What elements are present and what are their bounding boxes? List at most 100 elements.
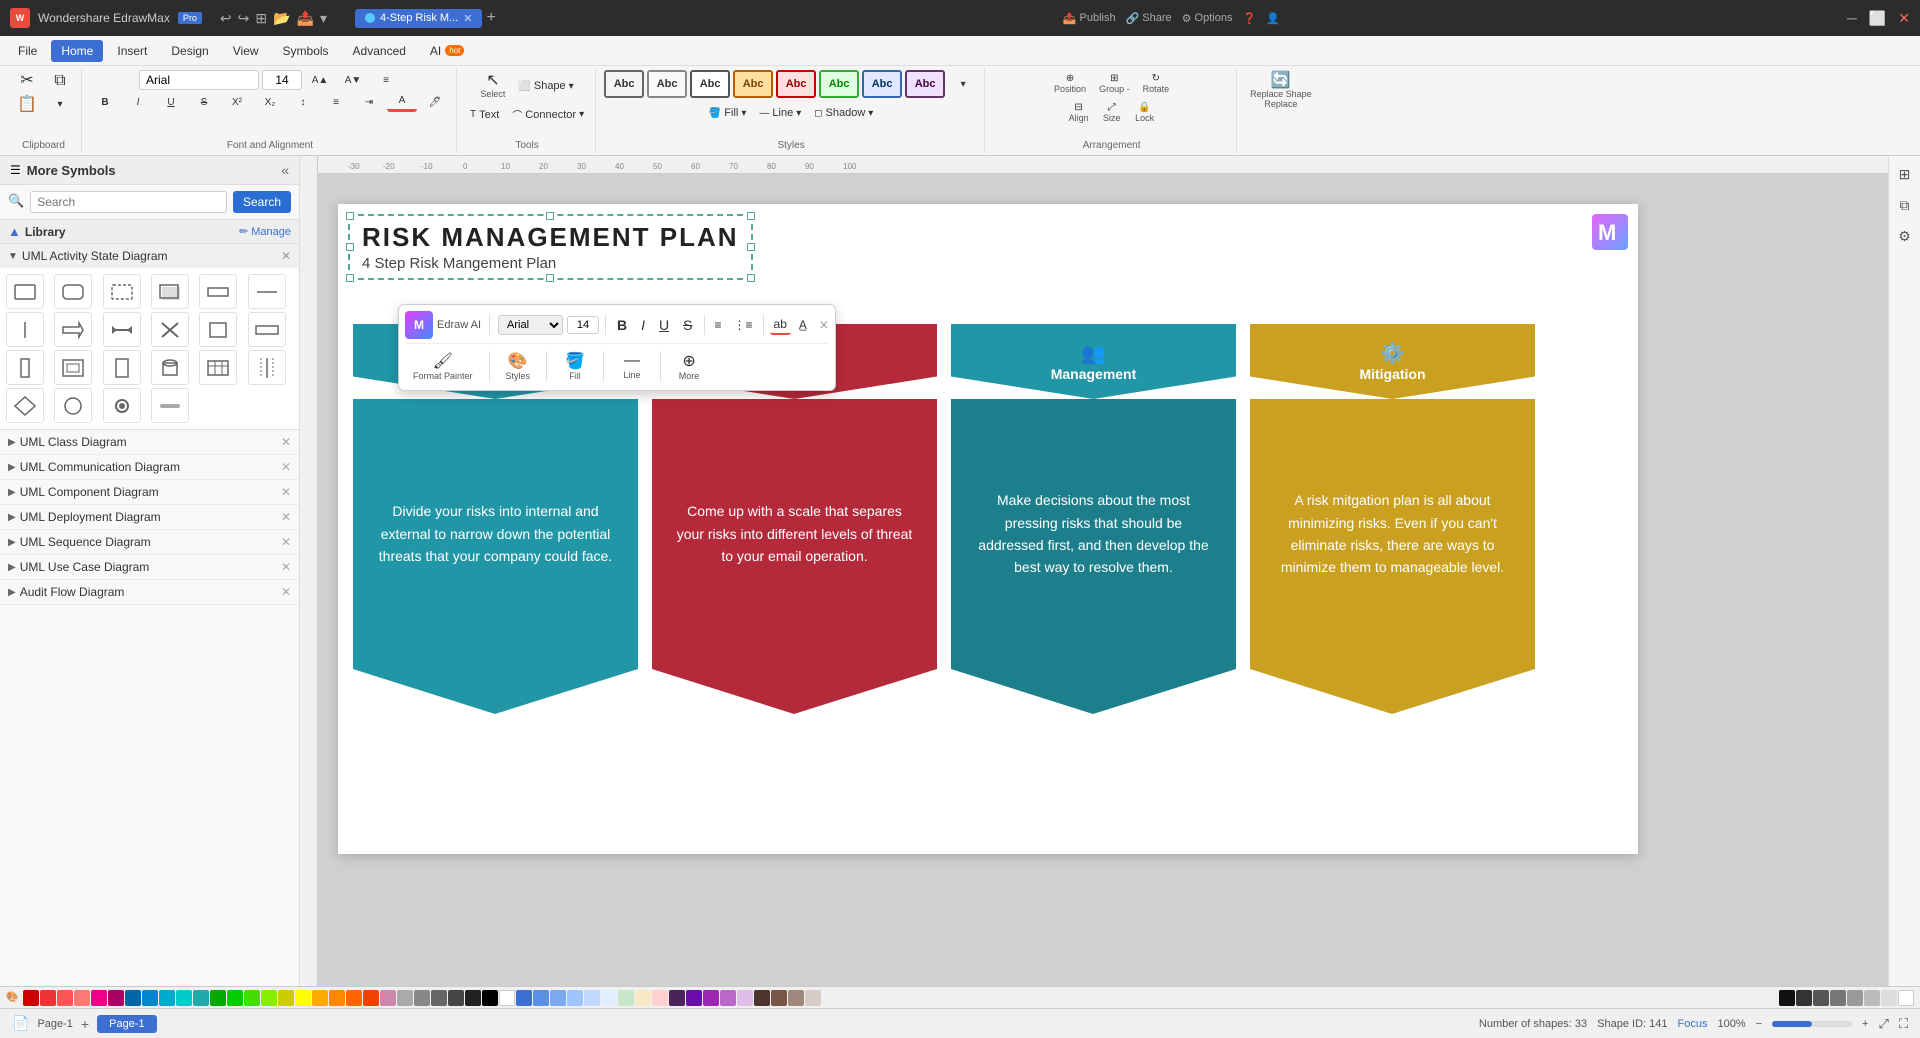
shape-x[interactable] <box>151 312 189 347</box>
shape-rect-dashed[interactable] <box>103 274 141 309</box>
color-deep-purple[interactable] <box>669 990 685 1006</box>
color-light-gray2[interactable] <box>1830 990 1846 1006</box>
color-pale-green[interactable] <box>618 990 634 1006</box>
color-brown-light[interactable] <box>788 990 804 1006</box>
close-button[interactable]: ✕ <box>1898 10 1910 27</box>
color-lime[interactable] <box>244 990 260 1006</box>
color-light-blue2[interactable] <box>533 990 549 1006</box>
float-fill-btn[interactable]: 🪣 Fill <box>555 348 595 384</box>
float-list1-btn[interactable]: ≡ <box>711 316 726 334</box>
float-bold-btn[interactable]: B <box>612 315 632 335</box>
float-strike-btn[interactable]: S <box>678 315 697 335</box>
font-color-button[interactable]: A <box>387 92 417 112</box>
style-2[interactable]: Abc <box>647 70 687 98</box>
shape-circle[interactable] <box>54 388 92 423</box>
color-blue[interactable] <box>142 990 158 1006</box>
style-8[interactable]: Abc <box>905 70 945 98</box>
color-gray-dark[interactable] <box>414 990 430 1006</box>
uml-usecase-close[interactable]: ✕ <box>281 560 291 574</box>
shape-button[interactable]: ⬜ Shape ▾ <box>513 77 578 95</box>
rp-layer-icon[interactable]: ⧉ <box>1896 193 1914 218</box>
color-pale-red[interactable] <box>652 990 668 1006</box>
superscript-button[interactable]: X² <box>222 94 252 111</box>
menu-home[interactable]: Home <box>51 40 103 62</box>
shape-cylinder[interactable] <box>151 350 189 385</box>
color-medium-gray[interactable] <box>1813 990 1829 1006</box>
font-size-input[interactable] <box>262 70 302 90</box>
color-cyan-blue[interactable] <box>159 990 175 1006</box>
copy-button[interactable]: ⧉ <box>45 70 75 92</box>
text-button[interactable]: T Text <box>465 106 504 124</box>
color-red[interactable] <box>40 990 56 1006</box>
text-direction-button[interactable]: ↕ <box>288 94 318 111</box>
align-button[interactable]: ≡ <box>371 72 401 89</box>
color-yellow-dark[interactable] <box>278 990 294 1006</box>
color-dark-gray[interactable] <box>1796 990 1812 1006</box>
fit-page-button[interactable]: ⤢ <box>1878 1016 1888 1032</box>
color-lavender[interactable] <box>720 990 736 1006</box>
color-violet[interactable] <box>703 990 719 1006</box>
uml-deployment-item[interactable]: ▶ UML Deployment Diagram ✕ <box>0 505 299 530</box>
connector-button[interactable]: ⌒ Connector ▾ <box>507 104 589 125</box>
shape-shadow-rect[interactable] <box>151 274 189 309</box>
publish-button[interactable]: 📤 Publish <box>1063 12 1116 25</box>
shape-hor-rect[interactable] <box>248 312 286 347</box>
color-brown[interactable] <box>771 990 787 1006</box>
color-yellow[interactable] <box>295 990 311 1006</box>
italic-button[interactable]: I <box>123 94 153 111</box>
color-beige[interactable] <box>805 990 821 1006</box>
shape-tall-rect[interactable] <box>103 350 141 385</box>
save-icon[interactable]: ⊞ <box>255 10 267 27</box>
color-blue-dark[interactable] <box>125 990 141 1006</box>
uml-class-item[interactable]: ▶ UML Class Diagram ✕ <box>0 430 299 455</box>
color-red-light[interactable] <box>57 990 73 1006</box>
float-font-select[interactable]: Arial <box>498 315 563 335</box>
add-tab-button[interactable]: + <box>486 9 495 27</box>
style-6[interactable]: Abc <box>819 70 859 98</box>
float-styles-btn[interactable]: 🎨 Styles <box>498 348 539 384</box>
color-gray[interactable] <box>397 990 413 1006</box>
shape-vert-rect[interactable] <box>6 350 44 385</box>
float-more-btn[interactable]: ⊕ More <box>669 348 709 384</box>
color-green-dark[interactable] <box>210 990 226 1006</box>
color-green[interactable] <box>227 990 243 1006</box>
uml-communication-close[interactable]: ✕ <box>281 460 291 474</box>
size-button[interactable]: ⤢Size <box>1097 99 1127 126</box>
sidebar-menu-icon[interactable]: ☰ <box>10 163 21 177</box>
color-white2[interactable] <box>1898 990 1914 1006</box>
float-underline-btn[interactable]: U <box>654 315 674 335</box>
maximize-button[interactable]: ⬜ <box>1869 10 1886 27</box>
color-red-dark[interactable] <box>23 990 39 1006</box>
select-button[interactable]: ↖ Select <box>475 70 510 102</box>
color-pale-yellow[interactable] <box>635 990 651 1006</box>
menu-ai[interactable]: AI hot <box>420 40 474 62</box>
color-periwinkle[interactable] <box>550 990 566 1006</box>
color-pale-silver[interactable] <box>1864 990 1880 1006</box>
color-magenta[interactable] <box>91 990 107 1006</box>
menu-insert[interactable]: Insert <box>107 40 157 62</box>
export-icon[interactable]: 📤 <box>297 10 314 27</box>
fullscreen-button[interactable]: ⛶ <box>1899 1016 1908 1032</box>
zoom-increase-button[interactable]: + <box>1862 1018 1868 1030</box>
shape-arrow-right[interactable] <box>54 312 92 347</box>
styles-expand-button[interactable]: ▾ <box>948 76 978 93</box>
uml-usecase-item[interactable]: ▶ UML Use Case Diagram ✕ <box>0 555 299 580</box>
style-3[interactable]: Abc <box>690 70 730 98</box>
replace-shape-button[interactable]: 🔄 Replace Shape Replace <box>1245 70 1317 112</box>
color-brown-dark[interactable] <box>754 990 770 1006</box>
color-near-black[interactable] <box>465 990 481 1006</box>
float-line-btn[interactable]: — Line <box>612 349 652 383</box>
shape-narrow-rect[interactable] <box>199 274 237 309</box>
font-increase-button[interactable]: A▲ <box>305 72 335 89</box>
card-management[interactable]: 👥 Management Make decisions about the mo… <box>951 324 1236 714</box>
position-button[interactable]: ⊕Position <box>1049 70 1091 97</box>
color-yellow-green[interactable] <box>261 990 277 1006</box>
line-button[interactable]: —Line▾ <box>754 104 806 122</box>
float-close-icon[interactable]: ✕ <box>819 318 829 332</box>
minimize-button[interactable]: ─ <box>1847 10 1857 27</box>
group-button[interactable]: ⊞Group - <box>1094 70 1135 97</box>
user-avatar[interactable]: 👤 <box>1266 12 1280 25</box>
focus-button[interactable]: Focus <box>1678 1018 1708 1030</box>
rp-fit-icon[interactable]: ⊞ <box>1895 162 1915 187</box>
color-charcoal[interactable] <box>448 990 464 1006</box>
